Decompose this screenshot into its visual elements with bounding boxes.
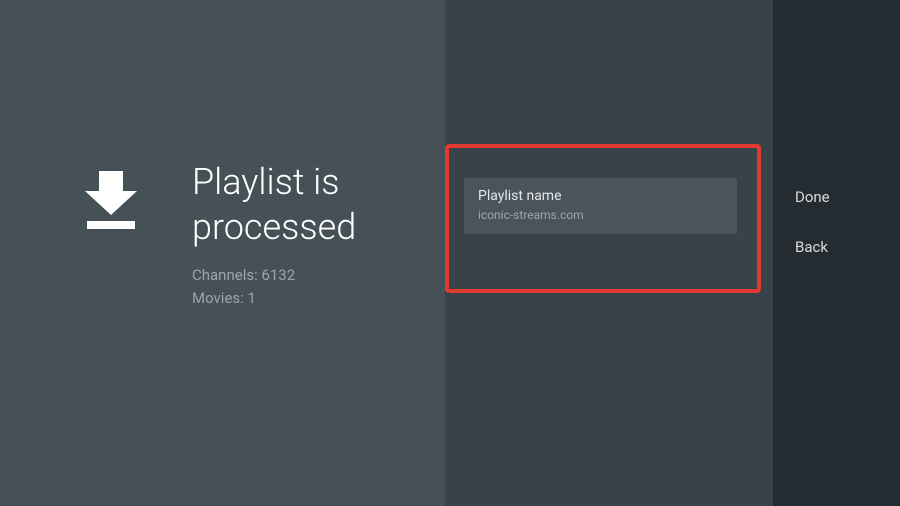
channels-count: Channels: 6132	[192, 264, 445, 287]
middle-panel: Playlist name iconic-streams.com	[445, 0, 773, 506]
right-panel: Done Back	[773, 0, 900, 506]
status-title: Playlist is processed	[192, 160, 445, 250]
status-content: Playlist is processed Channels: 6132 Mov…	[192, 160, 445, 309]
status-stats: Channels: 6132 Movies: 1	[192, 264, 445, 309]
download-icon	[75, 165, 147, 241]
field-label: Playlist name	[478, 188, 723, 204]
field-value: iconic-streams.com	[478, 208, 723, 222]
back-button[interactable]: Back	[795, 238, 900, 256]
done-button[interactable]: Done	[795, 188, 900, 206]
left-panel: Playlist is processed Channels: 6132 Mov…	[0, 0, 445, 506]
playlist-name-field[interactable]: Playlist name iconic-streams.com	[464, 178, 737, 234]
movies-count: Movies: 1	[192, 287, 445, 310]
